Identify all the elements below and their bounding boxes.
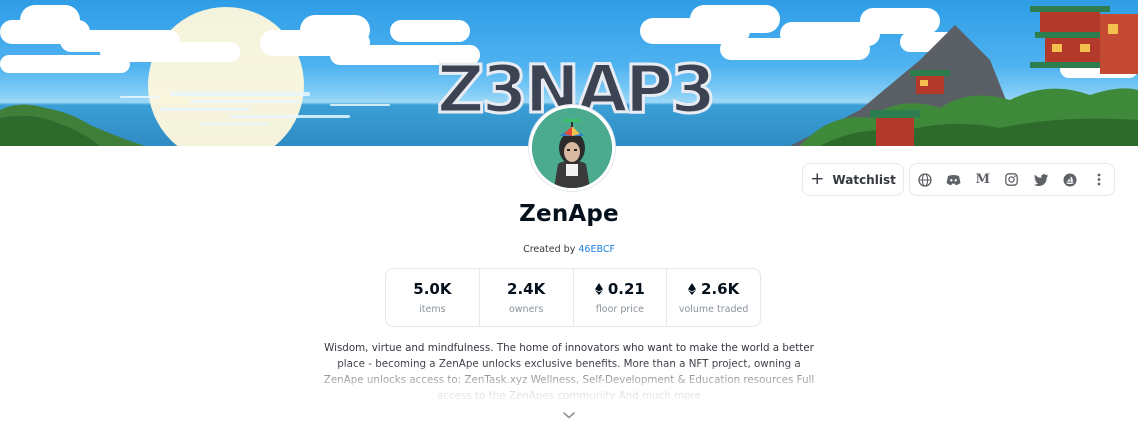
collection-description: Wisdom, virtue and mindfulness. The home… [323,342,815,402]
medium-icon: M [975,172,991,187]
stat-items[interactable]: 5.0K items [386,269,479,326]
website-button[interactable] [910,164,939,195]
more-icon [1098,173,1101,186]
collection-title: ZenApe [519,201,619,227]
stat-value: 2.6K [688,280,739,298]
medium-button[interactable]: M [968,164,997,195]
stat-value: 0.21 [594,280,645,298]
instagram-icon [1005,173,1019,186]
chevron-down-icon[interactable] [562,410,576,420]
opensea-button[interactable] [1056,164,1085,195]
more-options-button[interactable] [1085,164,1114,195]
instagram-button[interactable] [997,164,1026,195]
discord-button[interactable] [939,164,968,195]
ape-avatar-image [532,108,612,188]
creator-link[interactable]: 46EBCF [578,244,615,255]
watchlist-button[interactable]: + Watchlist [802,163,904,196]
stat-value: 2.4K [507,280,545,298]
stat-label: items [419,304,446,315]
stat-floor-price-value: 0.21 [607,280,645,298]
stat-volume-traded[interactable]: 2.6K volume traded [666,269,760,326]
stat-items-value: 5.0K [413,280,452,298]
stat-floor-price[interactable]: 0.21 floor price [572,269,667,326]
created-by-line: Created by 46EBCF [0,244,1138,255]
globe-icon [917,172,932,187]
discord-icon [946,174,961,185]
twitter-button[interactable] [1027,164,1056,195]
collection-stats: 5.0K items 2.4K owners 0.21 floor price … [385,268,761,327]
created-by-prefix: Created by [523,244,576,255]
stat-owners[interactable]: 2.4K owners [478,269,573,326]
opensea-icon [1063,173,1077,186]
stat-value: 5.0K [413,280,451,298]
collection-avatar [529,105,615,191]
stat-label: owners [508,304,544,315]
twitter-icon [1033,173,1049,186]
stat-label: volume traded [678,304,749,315]
stat-owners-value: 2.4K [507,280,546,298]
stat-label: floor price [595,304,644,315]
plus-icon: + [810,169,825,189]
social-links-group: M [909,163,1115,196]
watchlist-label: Watchlist [832,172,896,187]
stat-volume-value: 2.6K [701,280,740,298]
ethereum-icon [594,283,603,295]
ethereum-icon [688,283,697,295]
